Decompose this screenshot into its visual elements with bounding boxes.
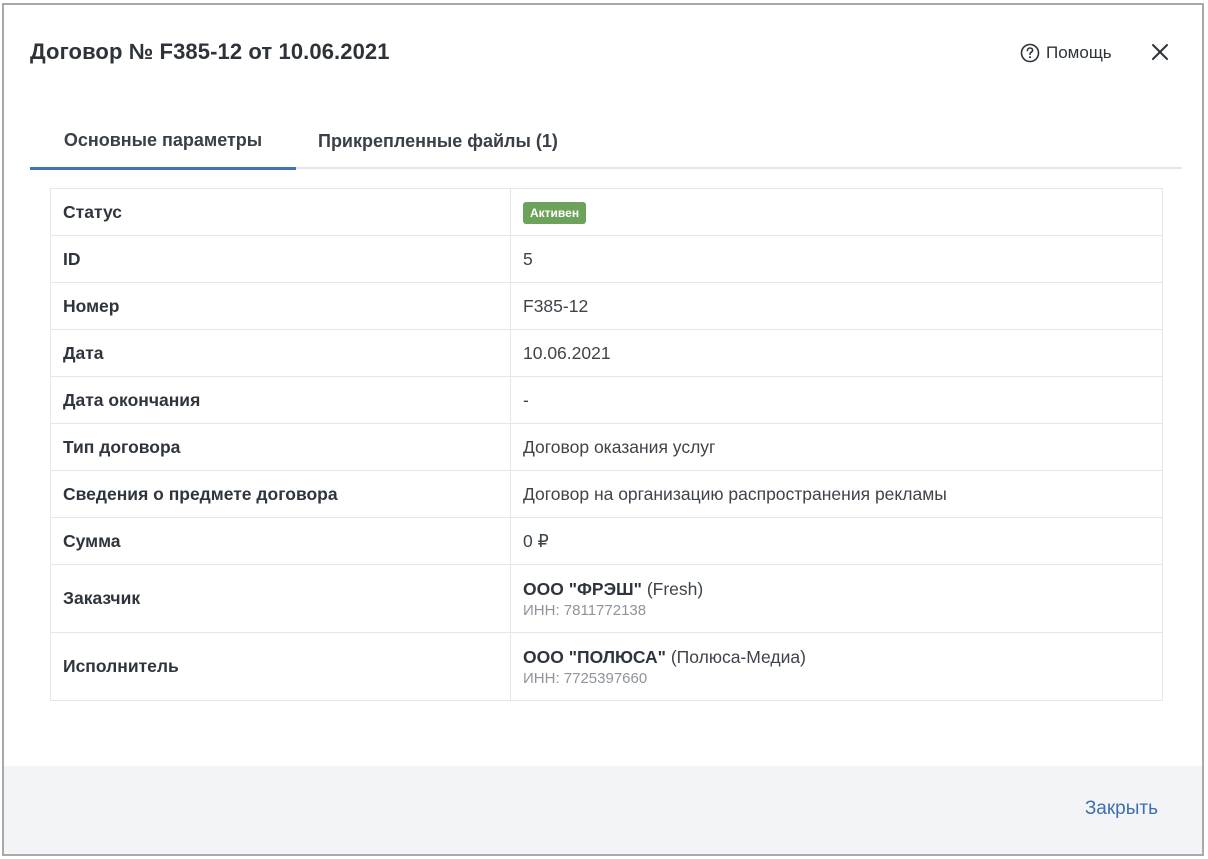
params-table: Статус Активен ID 5 Номер F385-12 Дата 1…	[50, 188, 1163, 701]
tab-bar: Основные параметры Прикрепленные файлы (…	[30, 113, 1182, 170]
contract-dialog: Договор № F385-12 от 10.06.2021 Помощь О…	[2, 3, 1204, 856]
row-value: Договор на организацию распространения р…	[510, 470, 1163, 518]
row-value: -	[510, 376, 1163, 424]
status-badge: Активен	[523, 201, 587, 224]
row-label: Сведения о предмете договора	[50, 470, 511, 518]
table-row-end-date: Дата окончания -	[50, 376, 1163, 424]
contractor-alias: (Полюса-Медиа)	[670, 646, 806, 667]
table-row-contractor: Исполнитель ООО "ПОЛЮСА" (Полюса-Медиа) …	[50, 632, 1163, 701]
table-row-type: Тип договора Договор оказания услуг	[50, 423, 1163, 471]
row-label: Сумма	[50, 517, 511, 565]
customer-name-line: ООО "ФРЭШ" (Fresh)	[523, 579, 1150, 600]
row-value: 5	[510, 235, 1163, 283]
close-footer-button[interactable]: Закрыть	[1085, 798, 1158, 820]
dialog-title: Договор № F385-12 от 10.06.2021	[30, 39, 390, 64]
row-value: 0 ₽	[510, 517, 1163, 565]
help-link[interactable]: Помощь	[1020, 41, 1112, 65]
tab-main-params[interactable]: Основные параметры	[30, 113, 296, 170]
table-row-amount: Сумма 0 ₽	[50, 517, 1163, 565]
contractor-name-line: ООО "ПОЛЮСА" (Полюса-Медиа)	[523, 647, 1150, 668]
row-label: Исполнитель	[50, 632, 511, 701]
row-label: Номер	[50, 282, 511, 330]
table-row-number: Номер F385-12	[50, 282, 1163, 330]
table-row-status: Статус Активен	[50, 188, 1163, 236]
customer-name: ООО "ФРЭШ"	[523, 578, 642, 599]
table-row-subject: Сведения о предмете договора Договор на …	[50, 470, 1163, 518]
contractor-name: ООО "ПОЛЮСА"	[523, 646, 666, 667]
dialog-header: Договор № F385-12 от 10.06.2021 Помощь	[4, 5, 1202, 101]
table-row-id: ID 5	[50, 235, 1163, 283]
row-value: F385-12	[510, 282, 1163, 330]
row-value: Договор оказания услуг	[510, 423, 1163, 471]
customer-alias: (Fresh)	[646, 578, 704, 599]
row-label: Дата	[50, 329, 511, 377]
close-button[interactable]	[1148, 42, 1172, 66]
tab-attached-files[interactable]: Прикрепленные файлы (1)	[318, 113, 558, 169]
row-label: ID	[50, 235, 511, 283]
row-label: Статус	[50, 188, 511, 236]
question-circle-icon	[1020, 43, 1040, 63]
help-label: Помощь	[1046, 43, 1112, 62]
contractor-inn: ИНН: 7725397660	[523, 669, 648, 687]
table-row-customer: Заказчик ООО "ФРЭШ" (Fresh) ИНН: 7811772…	[50, 564, 1163, 633]
dialog-footer: Закрыть	[4, 766, 1202, 854]
row-value: 10.06.2021	[510, 329, 1163, 377]
table-row-date: Дата 10.06.2021	[50, 329, 1163, 377]
row-label: Заказчик	[50, 564, 511, 633]
close-icon	[1151, 43, 1169, 66]
customer-inn: ИНН: 7811772138	[523, 601, 647, 619]
row-label: Дата окончания	[50, 376, 511, 424]
row-label: Тип договора	[50, 423, 511, 471]
